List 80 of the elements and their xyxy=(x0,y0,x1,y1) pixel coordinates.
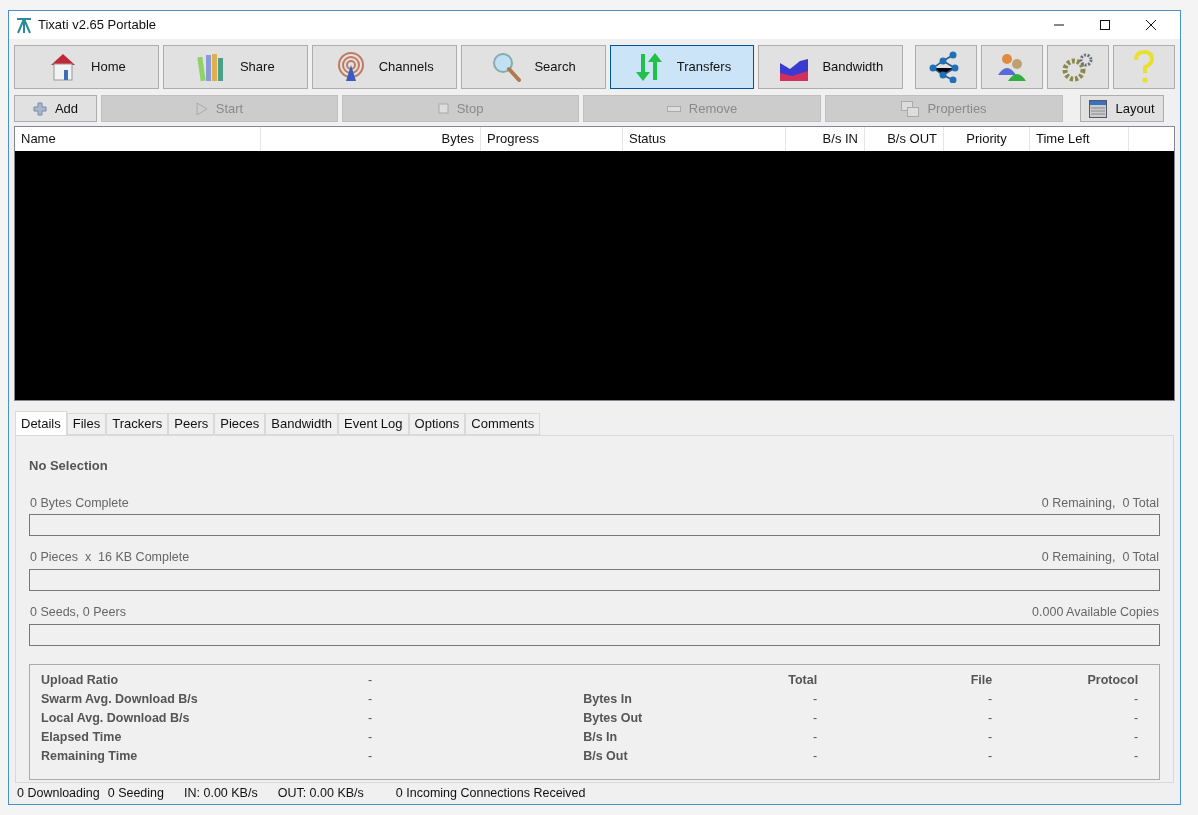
nav-button[interactable]: Channels xyxy=(311,45,457,89)
stat-label: Elapsed Time xyxy=(41,729,123,747)
stat-value: - xyxy=(368,691,373,709)
tab[interactable]: Trackers xyxy=(106,413,169,435)
selection-title: No Selection xyxy=(29,457,109,475)
app-logo-icon xyxy=(15,16,33,34)
tab[interactable]: Options xyxy=(408,413,466,435)
nav-button[interactable]: Search xyxy=(460,45,606,89)
toolbar-icon-button[interactable] xyxy=(981,45,1044,89)
column-header[interactable]: B/s IN xyxy=(786,127,865,151)
tab[interactable]: Files xyxy=(66,413,107,435)
column-header[interactable]: Progress xyxy=(481,127,623,151)
status-text: 0 Incoming Connections Received xyxy=(395,785,586,803)
stat-label: Upload Ratio xyxy=(41,672,120,690)
toolbar-button[interactable]: Layout xyxy=(1080,95,1164,122)
windows-icon xyxy=(901,100,920,117)
column-header[interactable]: Name xyxy=(15,127,261,151)
stat-value: - xyxy=(368,748,373,766)
stat-value: - xyxy=(368,710,373,728)
tab[interactable]: Peers xyxy=(168,413,215,435)
tab[interactable]: Event Log xyxy=(338,413,409,435)
column-header[interactable]: B/s OUT xyxy=(865,127,944,151)
nav-button[interactable]: Home xyxy=(14,45,159,89)
traffic-label: Bytes In xyxy=(583,691,633,709)
traffic-value: - xyxy=(1133,710,1139,728)
plus-icon xyxy=(32,101,47,116)
progress-caption: 0 Pieces x 16 KB Complete xyxy=(30,549,190,567)
stat-label: Local Avg. Download B/s xyxy=(41,710,191,728)
toolbar-icon-button[interactable] xyxy=(1047,45,1110,89)
stat-value: - xyxy=(368,672,373,690)
progress-summary: 0 Remaining, 0 Total xyxy=(1041,549,1159,567)
nav-button[interactable]: Bandwidth xyxy=(758,45,904,89)
toolbar-icon-button[interactable] xyxy=(915,45,978,89)
nav-button[interactable]: Transfers xyxy=(609,45,755,89)
traffic-value: - xyxy=(1133,748,1139,766)
close-icon xyxy=(1146,20,1156,30)
column-header[interactable]: Time Left xyxy=(1030,127,1129,151)
traffic-column-header: Total xyxy=(787,672,818,690)
maximize-icon xyxy=(1100,20,1110,30)
stat-label: Remaining Time xyxy=(41,748,139,766)
column-header[interactable]: Priority xyxy=(944,127,1030,151)
window-title: Tixati v2.65 Portable xyxy=(38,16,157,35)
stat-label: Swarm Avg. Download B/s xyxy=(41,691,199,709)
progress-summary: 0.000 Available Copies xyxy=(1032,604,1159,621)
traffic-label: Bytes Out xyxy=(583,710,644,728)
layout-icon xyxy=(1089,99,1108,118)
column-header[interactable]: Bytes xyxy=(261,127,481,151)
progress-caption: 0 Seeds, 0 Peers xyxy=(30,604,126,621)
traffic-value: - xyxy=(1133,729,1139,747)
traffic-column-header: Protocol xyxy=(1086,672,1139,690)
status-text: 0 Seeding xyxy=(107,785,164,803)
traffic-value: - xyxy=(987,691,993,709)
status-text: IN: 0.00 KB/s xyxy=(184,785,258,803)
traffic-label: B/s In xyxy=(583,729,619,747)
tab[interactable]: Comments xyxy=(465,413,541,435)
traffic-value: - xyxy=(812,710,818,728)
traffic-value: - xyxy=(1133,691,1139,709)
progress-caption: 0 Bytes Complete xyxy=(30,494,129,512)
toolbar-button[interactable]: Add xyxy=(14,95,97,122)
minus-icon xyxy=(666,105,681,112)
stop-icon xyxy=(437,103,449,114)
traffic-label: B/s Out xyxy=(583,748,629,766)
nav-button[interactable]: Share xyxy=(162,45,308,89)
play-icon xyxy=(195,101,208,116)
search-icon xyxy=(490,51,523,83)
status-text: 0 Downloading xyxy=(17,785,100,803)
stat-value: - xyxy=(368,729,373,747)
traffic-value: - xyxy=(987,729,993,747)
traffic-column-header: File xyxy=(969,672,993,690)
tab[interactable]: Bandwidth xyxy=(265,413,338,435)
traffic-value: - xyxy=(812,748,818,766)
traffic-value: - xyxy=(987,748,993,766)
tab[interactable]: Details xyxy=(15,411,67,435)
traffic-value: - xyxy=(812,691,818,709)
traffic-value: - xyxy=(987,710,993,728)
progress-summary: 0 Remaining, 0 Total xyxy=(1041,494,1159,512)
column-header[interactable]: Status xyxy=(623,127,786,151)
status-text: OUT: 0.00 KB/s xyxy=(277,785,364,803)
traffic-value: - xyxy=(812,729,818,747)
tab[interactable]: Pieces xyxy=(214,413,266,435)
